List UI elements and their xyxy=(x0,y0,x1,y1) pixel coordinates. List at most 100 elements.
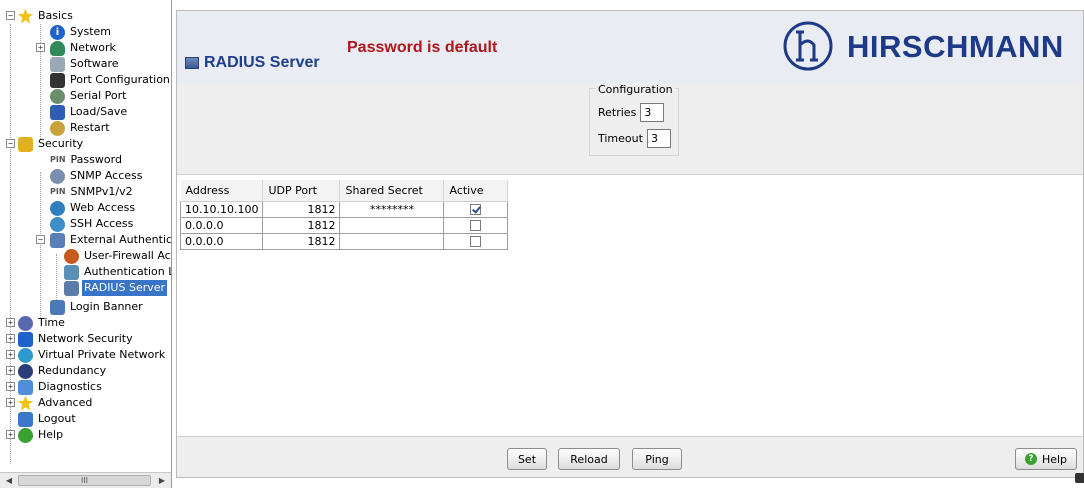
star-icon xyxy=(18,395,33,411)
sidebar-item-web-access[interactable]: Web Access xyxy=(50,200,137,216)
scroll-left-arrow-icon[interactable]: ◀ xyxy=(2,474,16,488)
restart-icon xyxy=(50,120,65,136)
table-header-row: Address UDP Port Shared Secret Active xyxy=(180,180,509,202)
shared-secret-cell[interactable] xyxy=(339,232,445,250)
address-cell[interactable]: 0.0.0.0 xyxy=(179,232,264,250)
sidebar-item-external-authentication[interactable]: External Authenticat xyxy=(50,232,171,248)
sidebar-item-label: Network xyxy=(70,41,116,54)
sidebar-item-advanced[interactable]: Advanced xyxy=(18,395,94,411)
sidebar-item-snmpv1-v2[interactable]: PIN SNMPv1/v2 xyxy=(50,184,135,200)
password-warning: Password is default xyxy=(347,39,498,56)
sidebar-item-load-save[interactable]: Load/Save xyxy=(50,104,129,120)
sidebar-item-radius-server[interactable]: RADIUS Server xyxy=(64,280,168,296)
expand-external-auth-toggle[interactable]: − xyxy=(36,235,45,244)
external-auth-icon xyxy=(50,232,65,248)
port-icon xyxy=(50,72,65,88)
udp-port-cell[interactable]: 1812 xyxy=(262,216,341,234)
retries-input[interactable]: 3 xyxy=(640,103,665,122)
resize-grip-icon[interactable] xyxy=(1075,473,1084,483)
firewall-icon xyxy=(64,248,79,264)
sidebar-item-vpn[interactable]: Virtual Private Network xyxy=(18,347,167,363)
hirschmann-logo-icon xyxy=(783,21,833,71)
software-icon xyxy=(50,56,65,72)
shared-secret-cell[interactable] xyxy=(339,216,445,234)
address-cell[interactable]: 0.0.0.0 xyxy=(179,216,264,234)
sidebar-item-label: Port Configuration xyxy=(70,73,170,86)
main-panel: RADIUS Server Password is default HIRSCH… xyxy=(176,10,1084,483)
table-row[interactable]: 0.0.0.0 1812 xyxy=(179,216,509,234)
active-checkbox[interactable] xyxy=(470,236,482,247)
sidebar-item-diagnostics[interactable]: Diagnostics xyxy=(18,379,104,395)
sidebar-item-software[interactable]: Software xyxy=(50,56,121,72)
sidebar-item-label: Login Banner xyxy=(70,300,143,313)
sidebar-item-authentication-list[interactable]: Authentication L xyxy=(64,264,171,280)
sidebar-item-basics[interactable]: Basics xyxy=(18,8,75,24)
snmp-icon xyxy=(50,168,65,184)
expand-network-security-toggle[interactable]: + xyxy=(6,334,15,343)
sidebar-item-redundancy[interactable]: Redundancy xyxy=(18,363,108,379)
sidebar-item-label: Basics xyxy=(38,9,73,22)
set-button[interactable]: Set xyxy=(507,448,547,470)
column-header-address[interactable]: Address xyxy=(180,180,264,202)
column-header-udp-port[interactable]: UDP Port xyxy=(262,180,341,202)
expand-network-toggle[interactable]: + xyxy=(36,43,45,52)
sidebar-item-restart[interactable]: Restart xyxy=(50,120,112,136)
column-header-active[interactable]: Active xyxy=(443,180,509,202)
sidebar-item-time[interactable]: Time xyxy=(18,315,67,331)
expand-time-toggle[interactable]: + xyxy=(6,318,15,327)
timeout-input[interactable]: 3 xyxy=(646,129,671,148)
sidebar-item-network-security[interactable]: Network Security xyxy=(18,331,135,347)
sidebar-item-port-configuration[interactable]: Port Configuration xyxy=(50,72,171,88)
redundancy-icon xyxy=(18,363,33,379)
active-cell xyxy=(443,216,509,234)
lock-icon xyxy=(18,136,33,152)
serial-port-icon xyxy=(50,88,65,104)
scroll-right-arrow-icon[interactable]: ▶ xyxy=(155,474,169,488)
sidebar-item-network[interactable]: Network xyxy=(50,40,118,56)
diagnostics-icon xyxy=(18,379,33,395)
expand-diagnostics-toggle[interactable]: + xyxy=(6,382,15,391)
ping-button[interactable]: Ping xyxy=(632,448,682,470)
horizontal-scrollbar[interactable]: ◀ III ▶ xyxy=(0,472,171,488)
sidebar-item-login-banner[interactable]: Login Banner xyxy=(50,299,145,315)
retries-label: Retries xyxy=(598,106,637,119)
timeout-row: Timeout 3 xyxy=(598,129,671,148)
expand-basics-toggle[interactable]: − xyxy=(6,11,15,20)
expand-vpn-toggle[interactable]: + xyxy=(6,350,15,359)
reload-button[interactable]: Reload xyxy=(558,448,620,470)
help-icon xyxy=(18,427,33,443)
shared-secret-cell[interactable]: ******** xyxy=(339,200,445,218)
sidebar-item-label: Password xyxy=(70,153,122,166)
expand-help-toggle[interactable]: + xyxy=(6,430,15,439)
table-row[interactable]: 10.10.10.100 1812 ******** xyxy=(179,200,509,218)
sidebar-item-label: Security xyxy=(38,137,84,150)
expand-advanced-toggle[interactable]: + xyxy=(6,398,15,407)
scroll-thumb[interactable]: III xyxy=(18,475,151,486)
table-row[interactable]: 0.0.0.0 1812 xyxy=(179,232,509,250)
sidebar-item-ssh-access[interactable]: SSH Access xyxy=(50,216,135,232)
sidebar-item-snmp-access[interactable]: SNMP Access xyxy=(50,168,145,184)
ssh-icon xyxy=(50,216,65,232)
udp-port-cell[interactable]: 1812 xyxy=(262,200,341,218)
sidebar-item-password[interactable]: PIN Password xyxy=(50,152,124,168)
udp-port-cell[interactable]: 1812 xyxy=(262,232,341,250)
sidebar-item-system[interactable]: i System xyxy=(50,24,113,40)
sidebar-item-label: Web Access xyxy=(70,201,136,214)
address-cell[interactable]: 10.10.10.100 xyxy=(179,200,264,218)
help-button[interactable]: ? Help xyxy=(1015,448,1077,470)
column-header-shared-secret[interactable]: Shared Secret xyxy=(339,180,445,202)
sidebar-item-logout[interactable]: Logout xyxy=(18,411,78,427)
sidebar-item-label: Restart xyxy=(70,121,110,134)
sidebar-item-help[interactable]: Help xyxy=(18,427,65,443)
active-checkbox[interactable] xyxy=(470,204,482,215)
active-cell xyxy=(443,232,509,250)
sidebar-item-user-firewall[interactable]: User-Firewall Ac xyxy=(64,248,171,264)
sidebar-item-serial-port[interactable]: Serial Port xyxy=(50,88,128,104)
sidebar-item-label: Software xyxy=(70,57,119,70)
save-icon xyxy=(50,104,65,120)
active-checkbox[interactable] xyxy=(470,220,482,231)
expand-redundancy-toggle[interactable]: + xyxy=(6,366,15,375)
sidebar-item-label: Redundancy xyxy=(38,364,107,377)
sidebar-item-security[interactable]: Security xyxy=(18,136,85,152)
expand-security-toggle[interactable]: − xyxy=(6,139,15,148)
